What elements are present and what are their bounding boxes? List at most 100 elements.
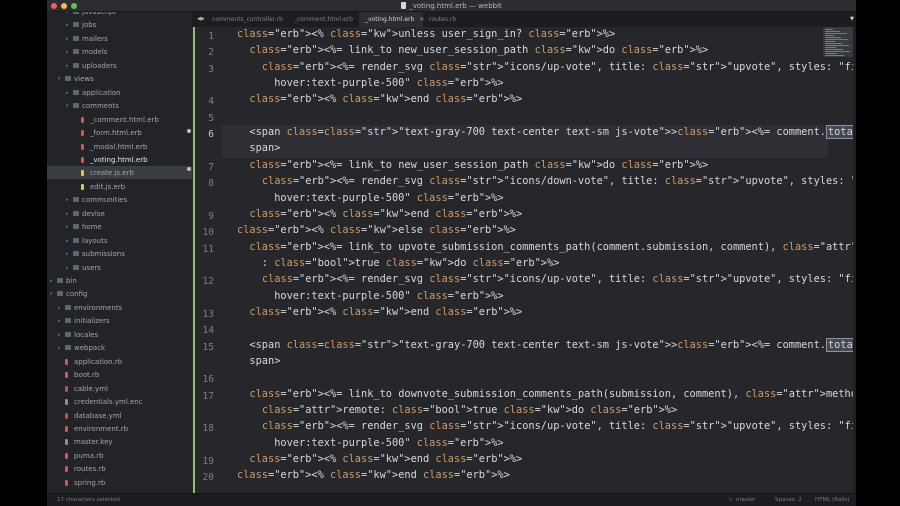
sidebar-item[interactable]: edit.js.erb bbox=[47, 182, 192, 194]
sidebar-item[interactable]: ▸ communities bbox=[47, 195, 192, 207]
chevron-right-icon[interactable]: ▸ bbox=[66, 20, 69, 30]
line-number: 17 bbox=[202, 390, 214, 402]
chevron-right-icon[interactable]: ▸ bbox=[66, 34, 69, 44]
code-line[interactable]: class="erb"><%= render_svg class="str">"… bbox=[237, 61, 856, 74]
chevron-right-icon[interactable]: ▸ bbox=[58, 330, 61, 340]
chevron-right-icon[interactable]: ▸ bbox=[58, 303, 61, 313]
sidebar-item[interactable]: ▸ mailers bbox=[47, 34, 192, 46]
code-line[interactable]: hover:text-purple-500" class="erb">%> bbox=[237, 77, 503, 90]
chevron-right-icon[interactable]: ▸ bbox=[66, 12, 69, 17]
tab-comment-html-erb[interactable]: _comment.html.erb bbox=[288, 12, 358, 27]
sidebar-item[interactable]: application.rb bbox=[47, 357, 192, 369]
code-line[interactable]: class="erb"><%= render_svg class="str">"… bbox=[237, 420, 856, 433]
sidebar-item[interactable]: ▸ environments bbox=[47, 303, 192, 315]
sidebar-item[interactable]: spring.rb bbox=[47, 478, 192, 490]
code-line[interactable]: class="erb"><% class="kw">end class="erb… bbox=[237, 306, 522, 319]
code-line[interactable]: class="erb"><%= link_to upvote_submissio… bbox=[237, 241, 856, 254]
sidebar-item[interactable]: ▸ devise bbox=[47, 209, 192, 221]
chevron-right-icon[interactable]: ▸ bbox=[66, 61, 69, 71]
sidebar-item[interactable]: cable.yml bbox=[47, 384, 192, 396]
syntax-mode[interactable]: HTML (Rails) bbox=[815, 494, 849, 506]
chevron-right-icon[interactable]: ▸ bbox=[66, 222, 69, 232]
code-line[interactable]: <span class=class="str">"text-gray-700 t… bbox=[237, 125, 856, 140]
chevron-right-icon[interactable]: ▸ bbox=[50, 276, 53, 286]
sidebar-item[interactable]: database.yml bbox=[47, 411, 192, 423]
minimap[interactable] bbox=[823, 27, 856, 57]
code-line[interactable]: class="erb"><% class="kw">end class="erb… bbox=[237, 93, 522, 106]
chevron-right-icon[interactable]: ▸ bbox=[66, 263, 69, 273]
git-branch[interactable]: master bbox=[736, 494, 755, 506]
chevron-down-icon[interactable]: ▾ bbox=[58, 74, 61, 84]
code-line[interactable]: span> bbox=[237, 355, 280, 368]
code-line[interactable]: hover:text-purple-500" class="erb">%> bbox=[237, 192, 503, 205]
sidebar-item[interactable]: _voting.html.erb bbox=[47, 155, 192, 167]
chevron-right-icon[interactable]: ▸ bbox=[58, 316, 61, 326]
sidebar-item[interactable]: ▾ config bbox=[47, 289, 192, 301]
tab-routes-rb[interactable]: routes.rb bbox=[423, 12, 473, 27]
sidebar-item[interactable]: ▸ jobs bbox=[47, 20, 192, 32]
tab-nav-arrows-icon[interactable]: ◀▶ bbox=[197, 12, 205, 27]
code-line[interactable]: <span class=class="str">"text-gray-700 t… bbox=[237, 337, 856, 352]
code-line[interactable]: : class="bool">true class="kw">do class=… bbox=[237, 257, 560, 270]
code-line[interactable]: hover:text-purple-500" class="erb">%> bbox=[237, 437, 503, 450]
sidebar-item[interactable]: puma.rb bbox=[47, 451, 192, 463]
sidebar-item[interactable]: ▸ bin bbox=[47, 276, 192, 288]
sidebar-item[interactable]: _form.html.erb bbox=[47, 128, 192, 140]
code-editor[interactable]: class="erb"><% class="kw">unless user_si… bbox=[222, 27, 856, 493]
sidebar-item[interactable]: ▸ models bbox=[47, 47, 192, 59]
sidebar-item[interactable]: ▸ users bbox=[47, 263, 192, 275]
sidebar-item[interactable]: ▸ submissions bbox=[47, 249, 192, 261]
chevron-down-icon[interactable]: ▾ bbox=[66, 101, 69, 111]
minimap-line bbox=[825, 43, 842, 44]
code-line[interactable]: class="erb"><% class="kw">end class="erb… bbox=[237, 469, 510, 482]
tab-voting-html-erb[interactable]: _voting.html.erb ✕ bbox=[359, 12, 424, 27]
chevron-right-icon[interactable]: ▸ bbox=[58, 343, 61, 353]
code-line[interactable]: span> bbox=[237, 142, 280, 155]
vertical-scrollbar[interactable] bbox=[853, 27, 856, 493]
code-line[interactable]: class="erb"><% class="kw">end class="erb… bbox=[237, 208, 522, 221]
chevron-right-icon[interactable]: ▸ bbox=[66, 88, 69, 98]
sidebar-item[interactable]: credentials.yml.enc bbox=[47, 397, 192, 409]
code-line[interactable]: hover:text-purple-500" class="erb">%> bbox=[237, 290, 503, 303]
folder-icon bbox=[73, 62, 79, 68]
sidebar-item[interactable]: ▸ initializers bbox=[47, 316, 192, 328]
sidebar-item[interactable]: ▾ comments bbox=[47, 101, 192, 113]
sidebar-item[interactable]: ▸ webpack bbox=[47, 343, 192, 355]
folder-icon bbox=[73, 237, 79, 243]
document-icon bbox=[401, 2, 407, 9]
chevron-right-icon[interactable]: ▸ bbox=[66, 47, 69, 57]
code-line[interactable]: class="attr">remote: class="bool">true c… bbox=[237, 404, 677, 417]
indentation-setting[interactable]: Spaces: 2 bbox=[775, 494, 802, 506]
sidebar-item[interactable]: boot.rb bbox=[47, 370, 192, 382]
code-line[interactable]: class="erb"><%= link_to downvote_submiss… bbox=[237, 388, 856, 401]
code-line[interactable]: class="erb"><% class="kw">unless user_si… bbox=[237, 28, 615, 41]
code-line[interactable]: class="erb"><%= render_svg class="str">"… bbox=[237, 175, 856, 188]
sidebar-item[interactable]: ▸ home bbox=[47, 222, 192, 234]
sidebar-item[interactable]: routes.rb bbox=[47, 464, 192, 476]
chevron-right-icon[interactable]: ▸ bbox=[66, 195, 69, 205]
sidebar-item[interactable]: _comment.html.erb bbox=[47, 115, 192, 127]
chevron-down-icon[interactable]: ▾ bbox=[50, 289, 53, 299]
code-line[interactable]: class="erb"><%= link_to new_user_session… bbox=[237, 159, 708, 172]
sidebar-item[interactable]: ▸ application bbox=[47, 88, 192, 100]
code-line[interactable]: class="erb"><%= render_svg class="str">"… bbox=[237, 273, 856, 286]
chevron-right-icon[interactable]: ▸ bbox=[66, 249, 69, 259]
sidebar-item[interactable]: ▸ locales bbox=[47, 330, 192, 342]
sidebar-item[interactable]: ▾ views bbox=[47, 74, 192, 86]
chevron-right-icon[interactable]: ▸ bbox=[66, 236, 69, 246]
sidebar-item[interactable]: master.key bbox=[47, 437, 192, 449]
tab-label: routes.rb bbox=[429, 16, 457, 23]
tab-comments-controller[interactable]: comments_controller.rb bbox=[206, 12, 286, 27]
code-line[interactable]: class="erb"><% class="kw">else class="er… bbox=[237, 224, 516, 237]
code-line[interactable]: class="erb"><%= link_to new_user_session… bbox=[237, 44, 708, 57]
chevron-right-icon[interactable]: ▸ bbox=[66, 209, 69, 219]
sidebar-item[interactable]: ▸ javascript bbox=[47, 12, 192, 19]
sidebar-item[interactable]: ▸ uploaders bbox=[47, 61, 192, 73]
sidebar-item[interactable]: create.js.erb bbox=[47, 168, 192, 180]
sidebar-item[interactable]: environment.rb bbox=[47, 424, 192, 436]
sidebar-item[interactable]: ▸ layouts bbox=[47, 236, 192, 248]
tab-menu-chevron-icon[interactable]: ▼ bbox=[850, 12, 854, 27]
sidebar-item[interactable]: _modal.html.erb bbox=[47, 142, 192, 154]
sidebar-item-label: devise bbox=[82, 209, 105, 218]
code-line[interactable]: class="erb"><% class="kw">end class="erb… bbox=[237, 453, 522, 466]
